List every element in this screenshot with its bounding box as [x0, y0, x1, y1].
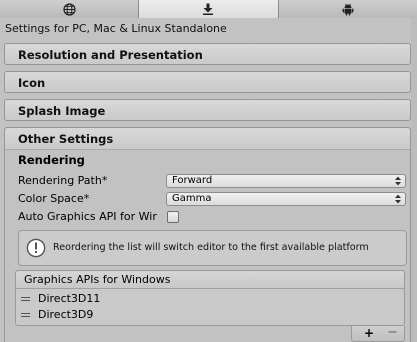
list-item[interactable]: Direct3D9 [16, 307, 404, 323]
list-item[interactable]: Direct3D11 [16, 291, 404, 307]
drag-handle-icon[interactable] [21, 313, 30, 317]
info-help-box: Reordering the list will switch editor t… [18, 230, 407, 266]
list-footer: + − [351, 325, 405, 342]
graphics-api-list-title: Graphics APIs for Windows [24, 273, 171, 286]
color-space-label: Color Space* [18, 192, 90, 205]
tab-android-platform[interactable] [278, 0, 417, 18]
add-item-button[interactable]: + [364, 326, 374, 340]
graphics-api-list: Graphics APIs for Windows Direct3D11 Dir… [15, 270, 405, 326]
platform-tabs [0, 0, 417, 18]
foldout-splash-image[interactable]: Splash Image [4, 99, 411, 121]
color-space-value: Gamma [172, 193, 212, 204]
rendering-heading: Rendering [18, 153, 85, 167]
foldout-other-settings[interactable]: Other Settings [5, 128, 410, 150]
foldout-resolution-label: Resolution and Presentation [18, 48, 203, 62]
remove-item-button[interactable]: − [387, 325, 398, 340]
auto-graphics-api-checkbox[interactable] [167, 211, 179, 223]
info-icon [26, 238, 46, 258]
android-icon [342, 3, 354, 16]
list-item-label: Direct3D11 [38, 292, 101, 305]
drag-handle-icon[interactable] [21, 297, 30, 301]
help-message: Reordering the list will switch editor t… [53, 242, 369, 253]
foldout-resolution-presentation[interactable]: Resolution and Presentation [4, 43, 411, 65]
rendering-path-value: Forward [172, 175, 213, 186]
player-settings-inspector: Settings for PC, Mac & Linux Standalone … [0, 0, 417, 342]
foldout-icon[interactable]: Icon [4, 71, 411, 93]
foldout-icon-label: Icon [18, 76, 46, 90]
foldout-splash-label: Splash Image [18, 104, 106, 118]
rendering-path-dropdown[interactable]: Forward [166, 174, 406, 188]
tab-web-platform[interactable] [0, 0, 140, 18]
dropdown-arrows-icon [395, 176, 401, 186]
color-space-dropdown[interactable]: Gamma [166, 192, 406, 206]
tab-standalone-platform[interactable] [139, 0, 279, 18]
dropdown-arrows-icon [395, 194, 401, 204]
graphics-api-list-header: Graphics APIs for Windows [16, 271, 404, 289]
inspector-scrollbar[interactable] [411, 18, 417, 342]
auto-graphics-api-label: Auto Graphics API for Wir [18, 210, 157, 223]
rendering-path-label: Rendering Path* [18, 174, 108, 187]
foldout-other-label: Other Settings [18, 132, 114, 146]
download-icon [203, 3, 214, 15]
globe-icon [63, 2, 76, 16]
list-item-label: Direct3D9 [38, 308, 94, 321]
settings-for-label: Settings for PC, Mac & Linux Standalone [5, 22, 227, 35]
